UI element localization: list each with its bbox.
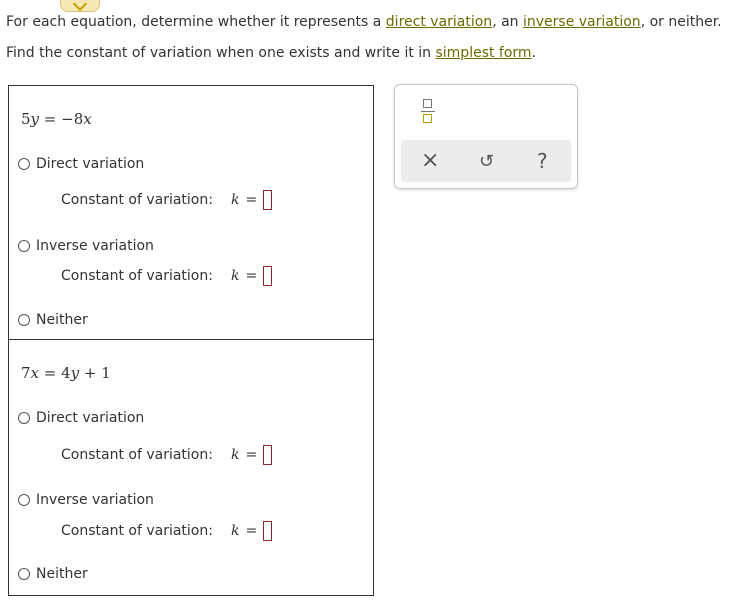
problem-2-direct-constant: Constant of variation: k = (61, 445, 273, 465)
direct-variation-link[interactable]: direct variation (386, 14, 492, 30)
toolbox-action-bar: × ↺ ? (401, 140, 571, 182)
problem-2-direct-option[interactable]: Direct variation (18, 410, 144, 426)
radio-button[interactable] (18, 240, 30, 252)
instruction-line-2: Find the constant of variation when one … (6, 45, 537, 61)
simplest-form-link[interactable]: simplest form (435, 45, 531, 61)
radio-button[interactable] (18, 412, 30, 424)
problem-1-neither-option[interactable]: Neither (18, 312, 88, 328)
problem-1-direct-constant: Constant of variation: k = (61, 190, 273, 210)
radio-button[interactable] (18, 568, 30, 580)
answer-input-box[interactable] (263, 266, 273, 286)
radio-button[interactable] (18, 494, 30, 506)
answer-input-box[interactable] (263, 445, 273, 465)
undo-icon[interactable]: ↺ (479, 151, 494, 173)
chevron-down-icon (72, 0, 88, 12)
problem-1-panel: 5y = −8x Direct variation Constant of va… (8, 85, 374, 341)
collapse-tab[interactable] (60, 0, 100, 12)
problem-2-neither-option[interactable]: Neither (18, 566, 88, 582)
problem-1-equation: 5y = −8x (21, 110, 92, 128)
problem-1-direct-option[interactable]: Direct variation (18, 156, 144, 172)
problem-2-panel: 7x = 4y + 1 Direct variation Constant of… (8, 339, 374, 596)
radio-button[interactable] (18, 314, 30, 326)
problem-2-equation: 7x = 4y + 1 (21, 364, 111, 382)
radio-button[interactable] (18, 158, 30, 170)
problem-2-inverse-constant: Constant of variation: k = (61, 521, 273, 541)
answer-input-box[interactable] (263, 521, 273, 541)
fraction-icon[interactable] (421, 99, 435, 127)
instruction-line-1: For each equation, determine whether it … (6, 14, 722, 30)
answer-input-box[interactable] (263, 190, 273, 210)
math-toolbox: × ↺ ? (394, 84, 578, 189)
clear-icon[interactable]: × (421, 150, 439, 172)
problem-1-inverse-constant: Constant of variation: k = (61, 266, 273, 286)
help-icon[interactable]: ? (537, 150, 548, 172)
problem-2-inverse-option[interactable]: Inverse variation (18, 492, 154, 508)
inverse-variation-link[interactable]: inverse variation (523, 14, 641, 30)
problem-1-inverse-option[interactable]: Inverse variation (18, 238, 154, 254)
